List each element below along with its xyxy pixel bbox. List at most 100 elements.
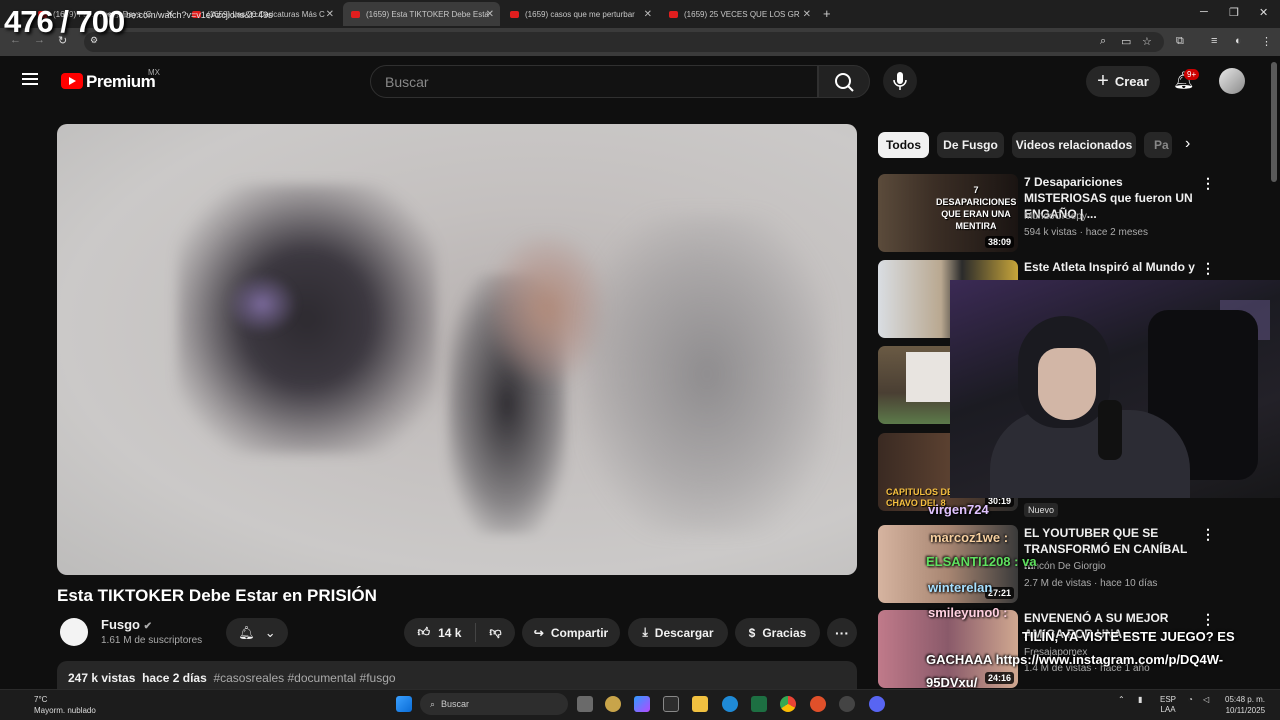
download-button[interactable]: ⤓ Descargar — [628, 618, 728, 647]
page-scrollbar[interactable] — [1271, 62, 1277, 182]
more-options-icon[interactable]: ⋮ — [1201, 611, 1215, 628]
notification-count-badge: 9+ — [1184, 69, 1200, 80]
thanks-icon: $ — [748, 625, 756, 640]
browser-tab[interactable]: (1659) 25 VECES QUE LOS GR ✕ — [661, 2, 817, 26]
discord-icon[interactable] — [869, 696, 885, 712]
profile-icon[interactable]: ◐ — [1235, 35, 1242, 47]
create-button[interactable]: + Crear — [1086, 66, 1160, 97]
subscription-bell-button[interactable]: 🔔︎ ⌄ — [226, 618, 288, 647]
chip-from-channel[interactable]: De Fusgo — [937, 132, 1004, 158]
channel-name-row[interactable]: Fusgo ✔ — [101, 617, 152, 632]
webcam-person-face — [1038, 348, 1096, 420]
browser-tab[interactable]: (1659) casos que me perturbar ✕ — [502, 2, 658, 26]
edge-icon[interactable] — [722, 696, 738, 712]
tray-expand-icon[interactable]: ⌃ — [1118, 695, 1125, 705]
logo-text[interactable]: Premium — [86, 72, 156, 92]
microphone-icon — [893, 72, 907, 90]
related-thumbnail[interactable]: 7 DESAPARICIONES QUE ERAN UNA MENTIRA 38… — [878, 174, 1018, 252]
excel-icon[interactable] — [751, 696, 767, 712]
weather-widget[interactable]: 7°C Mayorm. nublado — [14, 694, 96, 716]
thumbnail-caption: 7 DESAPARICIONES QUE ERAN UNA MENTIRA — [936, 185, 1017, 231]
related-title[interactable]: Este Atleta Inspiró al Mundo y — [1024, 259, 1196, 275]
more-options-icon[interactable]: ⋮ — [1201, 175, 1215, 192]
app-icon[interactable] — [810, 696, 826, 712]
chip-truncated[interactable]: Pa — [1144, 132, 1172, 158]
close-tab-icon[interactable]: ✕ — [803, 9, 811, 20]
more-options-icon[interactable]: ⋮ — [1201, 260, 1215, 277]
more-options-icon[interactable]: ⋮ — [1201, 526, 1215, 543]
view-count: 247 k vistas — [68, 671, 136, 685]
verified-icon: ✔ — [143, 621, 153, 632]
related-channel[interactable]: MundoCreepy — [1024, 209, 1087, 224]
duration-badge: 24:16 — [984, 672, 1014, 684]
chat-message: ELSANTI1208 : va — [926, 554, 1037, 569]
channel-avatar[interactable] — [60, 618, 88, 646]
volume-icon[interactable]: ◁ — [1203, 695, 1209, 705]
browser-menu-icon[interactable]: ⋮ — [1261, 35, 1272, 48]
hashtags[interactable]: #casosreales #documental #fusgo — [213, 671, 395, 685]
search-input[interactable]: Buscar — [370, 65, 818, 98]
app-icon[interactable] — [605, 696, 621, 712]
chat-message: TILÍN, YA VISTE ESTE JUEGO? ES — [1022, 629, 1235, 644]
duration-badge: 38:09 — [984, 236, 1014, 248]
copilot-icon[interactable] — [634, 696, 650, 712]
wifi-icon[interactable]: ◔ — [1188, 695, 1193, 705]
streamer-webcam-overlay — [950, 280, 1280, 498]
video-player[interactable] — [57, 124, 857, 575]
close-tab-icon[interactable]: ✕ — [486, 9, 494, 20]
language-indicator[interactable]: ESP LAA — [1160, 695, 1176, 715]
zoom-icon[interactable]: ⌕ — [1100, 35, 1106, 48]
new-badge: Nuevo — [1024, 503, 1059, 517]
system-clock[interactable]: 05:48 p. m. 10/11/2025 — [1225, 694, 1265, 716]
reading-list-icon[interactable]: ≡ — [1211, 35, 1217, 47]
app-icon[interactable] — [839, 696, 855, 712]
close-tab-icon[interactable]: ✕ — [326, 9, 334, 20]
webcam-microphone — [1098, 400, 1122, 460]
like-button[interactable]: 👍︎ 14 k — [404, 623, 476, 642]
file-explorer-icon[interactable] — [692, 696, 708, 712]
new-tab-icon[interactable]: + — [823, 6, 831, 21]
chrome-icon[interactable] — [780, 696, 796, 712]
url-text[interactable]: youtube.com/watch?v=v1eAzcjiohs&t=49s — [104, 10, 273, 20]
chevron-right-icon[interactable]: › — [1185, 135, 1190, 153]
windows-start-icon[interactable] — [396, 696, 412, 712]
minimize-icon[interactable]: ─ — [1200, 6, 1208, 18]
thanks-button[interactable]: $ Gracias — [735, 618, 820, 647]
task-view-icon[interactable] — [577, 696, 593, 712]
weather-temp: 7°C — [34, 695, 48, 704]
taskbar-search[interactable]: ⌕ Buscar — [420, 693, 568, 715]
mic-tray-icon[interactable]: ▮ — [1138, 695, 1142, 705]
cast-icon[interactable]: ▭ — [1121, 35, 1131, 48]
search-button[interactable] — [818, 65, 870, 98]
subscriber-count: 1.61 M de suscriptores — [101, 635, 203, 646]
video-frame-shape — [227, 274, 297, 334]
browser-tab-active[interactable]: (1659) Esta TIKTOKER Debe Esta ✕ — [343, 2, 500, 26]
webcam-person-body — [990, 410, 1190, 498]
account-avatar[interactable] — [1219, 68, 1245, 94]
youtube-favicon-icon — [669, 10, 678, 18]
maximize-icon[interactable]: ❐ — [1229, 6, 1239, 19]
close-tab-icon[interactable]: ✕ — [644, 9, 652, 20]
voice-search-button[interactable] — [883, 64, 917, 98]
url-box[interactable] — [84, 32, 1164, 52]
more-actions-icon[interactable]: ··· — [827, 618, 857, 647]
youtube-logo-icon[interactable] — [61, 73, 83, 89]
share-icon: ↪ — [533, 625, 544, 640]
dislike-button[interactable]: 👎︎ — [476, 625, 515, 640]
chip-related[interactable]: Videos relacionados — [1012, 132, 1136, 158]
channel-name[interactable]: Fusgo — [101, 617, 140, 632]
chip-all[interactable]: Todos — [878, 132, 929, 158]
video-frame-shape — [587, 214, 827, 534]
chat-message: GACHAAA https://www.instagram.com/p/DQ4W… — [926, 652, 1224, 667]
bookmark-star-icon[interactable]: ☆ — [1142, 35, 1152, 48]
close-window-icon[interactable]: ✕ — [1259, 6, 1268, 19]
chevron-down-icon: ⌄ — [264, 624, 276, 640]
share-button[interactable]: ↪ Compartir — [522, 618, 620, 647]
youtube-favicon-icon — [351, 10, 360, 18]
extensions-icon[interactable]: ⧉ — [1176, 35, 1184, 48]
store-icon[interactable] — [663, 696, 679, 712]
thumbs-up-icon: 👍︎ — [417, 625, 431, 639]
related-meta: 594 k vistas · hace 2 meses — [1024, 227, 1148, 238]
menu-icon[interactable] — [22, 73, 38, 85]
chat-message: 95DVxu/ — [926, 675, 978, 690]
